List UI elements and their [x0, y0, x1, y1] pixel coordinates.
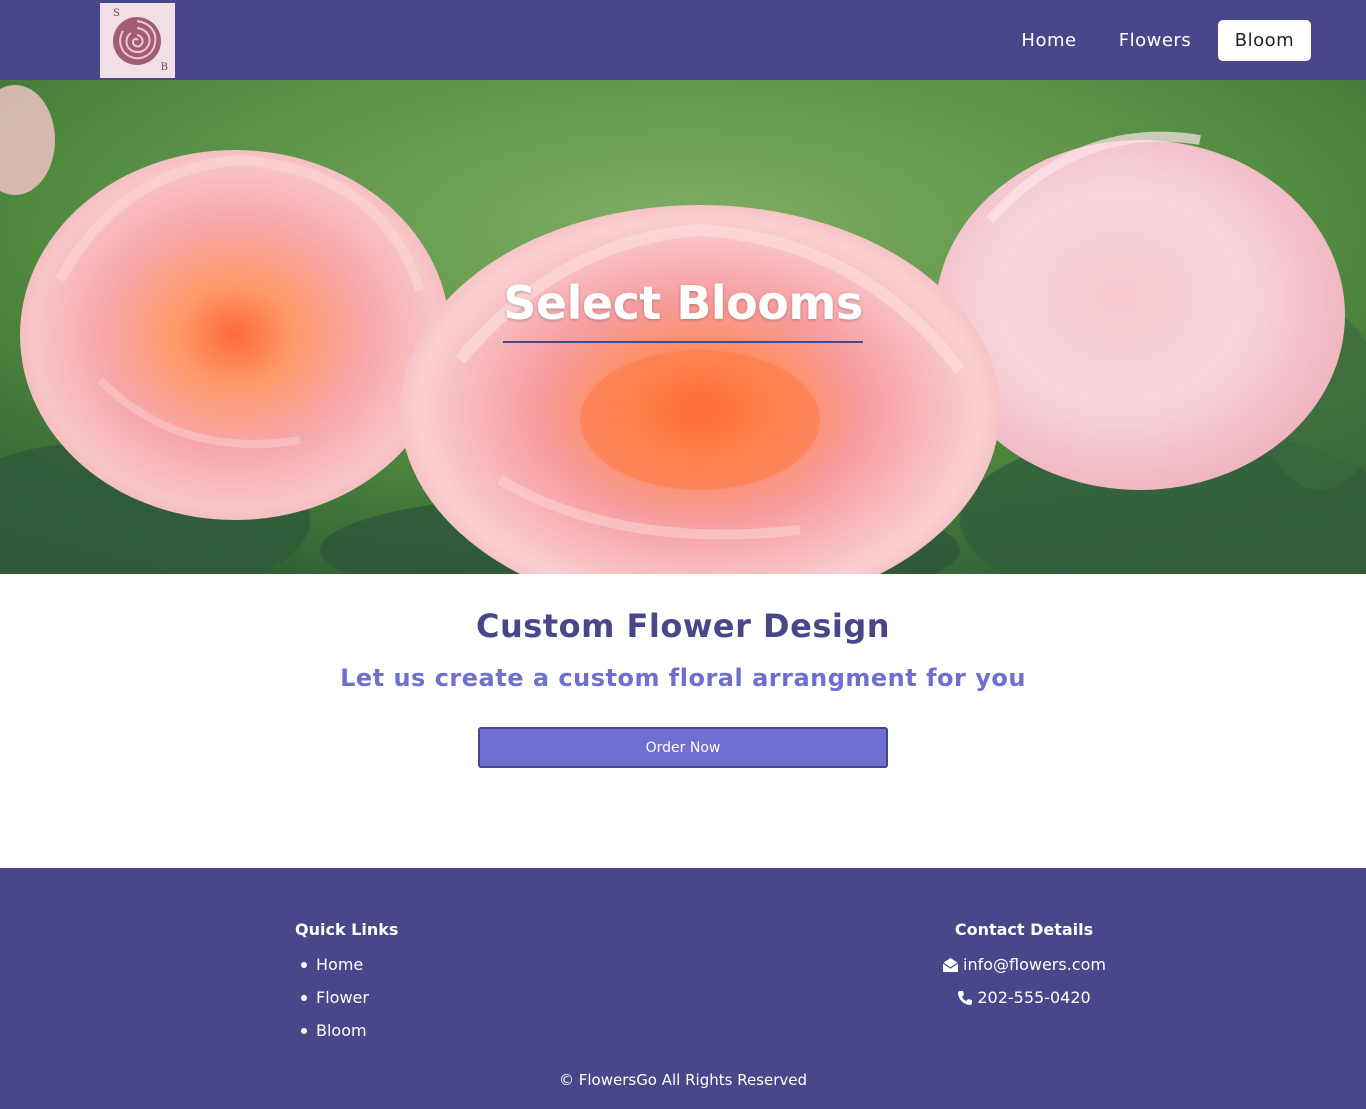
envelope-open-icon: [942, 958, 959, 972]
footer: Quick Links Home Flower Bloom Contact De…: [0, 868, 1366, 1109]
copyright-text: © FlowersGo All Rights Reserved: [558, 1071, 808, 1089]
contact-email-row[interactable]: info@flowers.com: [874, 954, 1174, 976]
quick-link-item: Bloom: [295, 1020, 369, 1053]
custom-design-heading: Custom Flower Design: [475, 607, 891, 645]
hero-title: Select Blooms: [503, 276, 863, 330]
nav-home-link[interactable]: Home: [1009, 20, 1089, 61]
contact-phone-row[interactable]: 202-555-0420: [874, 987, 1174, 1009]
contact-email: info@flowers.com: [963, 955, 1106, 974]
contact-details-title: Contact Details: [954, 920, 1094, 939]
hero-banner: Select Blooms: [0, 80, 1366, 574]
nav-flowers-link[interactable]: Flowers: [1107, 20, 1203, 61]
quick-links-title: Quick Links: [295, 920, 399, 939]
contact-phone: 202-555-0420: [977, 988, 1091, 1007]
logo[interactable]: S B: [100, 3, 175, 78]
nav-bloom-link[interactable]: Bloom: [1218, 20, 1311, 61]
rose-logo-icon: [113, 17, 161, 65]
order-now-button[interactable]: Order Now: [478, 727, 888, 768]
quick-link-home[interactable]: Home: [316, 955, 363, 974]
quick-links-list: Home Flower Bloom: [295, 954, 369, 1053]
navbar: S B Home Flowers Bloom: [0, 0, 1366, 80]
hero-title-underline: [503, 341, 863, 343]
custom-design-subheading: Let us create a custom floral arrangment…: [340, 664, 1026, 692]
logo-letter-b: B: [160, 62, 168, 73]
quick-link-item: Flower: [295, 987, 369, 1020]
quick-link-item: Home: [295, 954, 369, 987]
phone-icon: [958, 991, 973, 1005]
quick-link-bloom[interactable]: Bloom: [316, 1021, 367, 1040]
quick-link-flower[interactable]: Flower: [316, 988, 369, 1007]
